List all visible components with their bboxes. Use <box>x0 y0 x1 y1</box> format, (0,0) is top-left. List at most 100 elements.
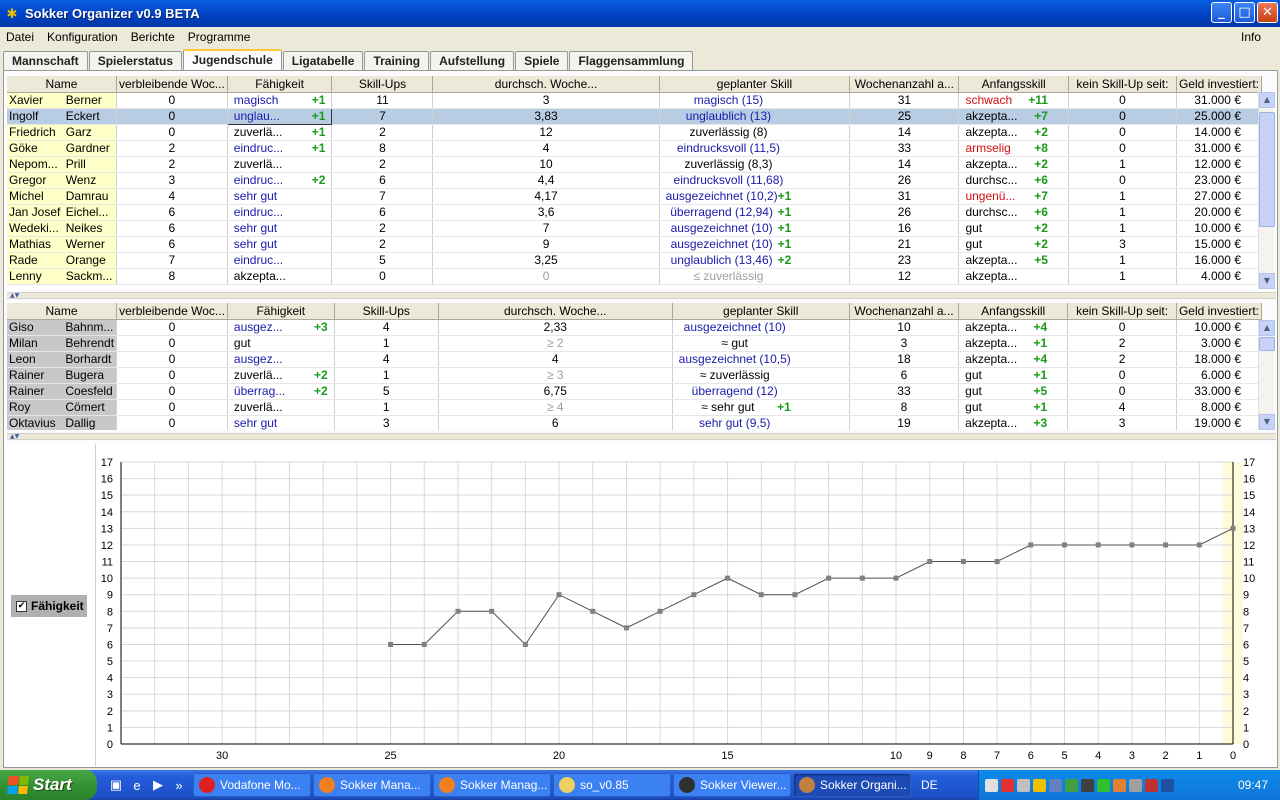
taskbar-button[interactable]: so_v0.85 <box>553 773 671 797</box>
skill-ups: 0 <box>331 268 434 285</box>
taskbar-button[interactable]: Sokker Viewer... <box>673 773 791 797</box>
tray-usb-icon[interactable] <box>1129 778 1142 792</box>
table-row[interactable]: Rade Orange 7 eindruc... 5 3,25 unglaublich (1… <box>7 252 1262 269</box>
tab-ligatabelle[interactable]: Ligatabelle <box>282 51 364 70</box>
col-header[interactable]: Geld investiert: <box>1176 303 1262 320</box>
table-row[interactable]: Friedrich Garz 0 zuverlä... +1 2 12 zuverlässig… <box>7 124 1262 141</box>
data-point <box>1163 542 1169 548</box>
more-icon[interactable]: » <box>171 777 187 793</box>
scroll-thumb[interactable] <box>1259 112 1275 227</box>
col-header[interactable]: Fähigkeit <box>227 303 335 320</box>
start-skill: armselig +8 <box>958 140 1069 157</box>
tab-spielerstatus[interactable]: Spielerstatus <box>88 51 183 70</box>
table-row[interactable]: Roy Cömert 0 zuverlä... 1 ≥ 4 ≈ sehr gut +1 8 gut… <box>7 399 1262 416</box>
close-button[interactable]: ✕ <box>1257 2 1278 23</box>
col-name[interactable]: Name <box>7 303 118 320</box>
col-header[interactable]: Wochenanzahl a... <box>849 76 960 93</box>
col-header[interactable]: kein Skill-Up seit: <box>1068 76 1177 93</box>
menu-berichte[interactable]: Berichte <box>131 30 175 44</box>
tab-aufstellung[interactable]: Aufstellung <box>430 51 515 70</box>
tray-shield-icon[interactable] <box>1033 778 1046 792</box>
bottom-table-scrollbar[interactable]: ▲ ▼ <box>1258 320 1275 430</box>
taskbar-button[interactable]: Sokker Manag... <box>433 773 551 797</box>
tray-wifi-icon[interactable] <box>1097 778 1110 792</box>
tray-network-icon[interactable] <box>1049 778 1062 792</box>
menu-info[interactable]: Info <box>1241 30 1261 44</box>
tray-bluetooth-icon[interactable] <box>1161 778 1174 792</box>
col-header[interactable]: Anfangsskill <box>958 303 1069 320</box>
col-header[interactable]: kein Skill-Up seit: <box>1067 303 1177 320</box>
tab-mannschaft[interactable]: Mannschaft <box>3 51 88 70</box>
col-header[interactable]: Skill-Ups <box>331 76 434 93</box>
start-button[interactable]: Start <box>0 770 97 800</box>
table-row[interactable]: Gregor Wenz 3 eindruc... +2 6 4,4 eindrucksvoll… <box>7 172 1262 189</box>
tray-keyboard-icon[interactable] <box>1017 778 1030 792</box>
table-row[interactable]: Xavier Berner 0 magisch +1 11 3 magisch (15) 31 s… <box>7 92 1262 109</box>
table-row[interactable]: Leon Borhardt 0 ausgez... 4 4 ausgezeichnet (1… <box>7 351 1262 368</box>
col-header[interactable]: durchsch. Woche... <box>432 76 660 93</box>
tab-training[interactable]: Training <box>364 51 430 70</box>
table-row[interactable]: Lenny Sackm... 8 akzepta... 0 0 ≤ zuverlässig 1… <box>7 268 1262 285</box>
language-indicator[interactable]: DE <box>921 778 949 792</box>
col-header[interactable]: durchsch. Woche... <box>438 303 673 320</box>
split-divider-top[interactable]: ▲▼ <box>7 292 1276 299</box>
table-row[interactable]: Ingolf Eckert 0 unglau... +1 7 3,83 unglaublich… <box>7 107 1262 125</box>
tray-volume-icon[interactable] <box>1113 778 1126 792</box>
top-table-scrollbar[interactable]: ▲ ▼ <box>1258 92 1275 289</box>
menu-datei[interactable]: Datei <box>6 30 34 44</box>
tab-jugendschule[interactable]: Jugendschule <box>183 49 282 70</box>
taskbar-button[interactable]: Sokker Mana... <box>313 773 431 797</box>
scroll-up-icon[interactable]: ▲ <box>1259 92 1275 108</box>
col-header[interactable]: Skill-Ups <box>334 303 439 320</box>
tab-flaggensammlung[interactable]: Flaggensammlung <box>569 51 694 70</box>
table-row[interactable]: Göke Gardner 2 eindruc... +1 8 4 eindrucksvoll … <box>7 140 1262 157</box>
data-point <box>388 641 394 647</box>
tab-spiele[interactable]: Spiele <box>515 51 569 70</box>
col-header[interactable]: geplanter Skill <box>672 303 850 320</box>
col-header[interactable]: Fähigkeit <box>227 76 333 93</box>
tray-app-icon[interactable] <box>1001 778 1014 792</box>
media-player-icon[interactable]: ▶ <box>150 777 166 793</box>
scroll-thumb[interactable] <box>1259 337 1275 351</box>
skill-cell: eindruc... +2 <box>227 172 333 189</box>
scroll-down-icon[interactable]: ▼ <box>1259 414 1275 430</box>
legend-faehigkeit[interactable]: ✔ Fähigkeit <box>11 595 87 617</box>
tray-monitor-icon[interactable] <box>1081 778 1094 792</box>
scroll-down-icon[interactable]: ▼ <box>1259 273 1275 289</box>
scroll-up-icon[interactable]: ▲ <box>1259 320 1275 336</box>
split-divider-bottom[interactable]: ▲▼ <box>7 433 1276 440</box>
table-row[interactable]: Giso Bahnm... 0 ausgez... +3 4 2,33 ausgezeichn… <box>7 319 1262 336</box>
col-header[interactable]: Geld investiert: <box>1176 76 1262 93</box>
checkbox-icon[interactable]: ✔ <box>16 600 27 612</box>
taskbar-button[interactable]: Sokker Organi... <box>793 773 911 797</box>
table-row[interactable]: Jan Josef Eichel... 6 eindruc... 6 3,6 überrag… <box>7 204 1262 221</box>
weeks-left: 2 <box>116 140 228 157</box>
col-header[interactable]: Wochenanzahl a... <box>849 303 960 320</box>
table-row[interactable]: Rainer Bugera 0 zuverlä... +2 1 ≥ 3 ≈ zuverläss… <box>7 367 1262 384</box>
table-row[interactable]: Rainer Coesfeld 0 überrag... +2 5 6,75 überrage… <box>7 383 1262 400</box>
skill-ups: 7 <box>331 108 434 125</box>
col-header[interactable]: verbleibende Woc... <box>116 76 228 93</box>
planned-skill: ausgezeichnet (10) +1 <box>659 220 851 237</box>
tray-sync-icon[interactable] <box>1065 778 1078 792</box>
ie-icon[interactable]: e <box>129 777 145 793</box>
taskbar-button[interactable]: Vodafone Mo... <box>193 773 311 797</box>
desktop-icon[interactable]: ▣ <box>108 777 124 793</box>
menu-konfiguration[interactable]: Konfiguration <box>47 30 118 44</box>
minimize-button[interactable]: _ <box>1211 2 1232 23</box>
maximize-button[interactable]: □ <box>1234 2 1255 23</box>
tray-security-icon[interactable] <box>1145 778 1158 792</box>
table-row[interactable]: Michel Damrau 4 sehr gut 7 4,17 ausgezeichnet … <box>7 188 1262 205</box>
col-header[interactable]: Anfangsskill <box>958 76 1069 93</box>
col-header[interactable]: geplanter Skill <box>659 76 851 93</box>
col-name[interactable]: Name <box>7 76 117 93</box>
tray-tool-icon[interactable] <box>985 778 998 792</box>
no-skillup-since: 0 <box>1068 124 1177 141</box>
table-row[interactable]: Milan Behrendt 0 gut 1 ≥ 2 ≈ gut 3 akzepta... +1 2… <box>7 335 1262 352</box>
menu-programme[interactable]: Programme <box>188 30 251 44</box>
table-row[interactable]: Oktavius Dallig 0 sehr gut 3 6 sehr gut (9,5) 1… <box>7 415 1262 430</box>
table-row[interactable]: Wedeki... Neikes 6 sehr gut 2 7 ausgezeichnet … <box>7 220 1262 237</box>
col-header[interactable]: verbleibende Woc... <box>116 303 228 320</box>
table-row[interactable]: Mathias Werner 6 sehr gut 2 9 ausgezeichnet (1… <box>7 236 1262 253</box>
table-row[interactable]: Nepom... Prill 2 zuverlä... 2 10 zuverlässig (… <box>7 156 1262 173</box>
